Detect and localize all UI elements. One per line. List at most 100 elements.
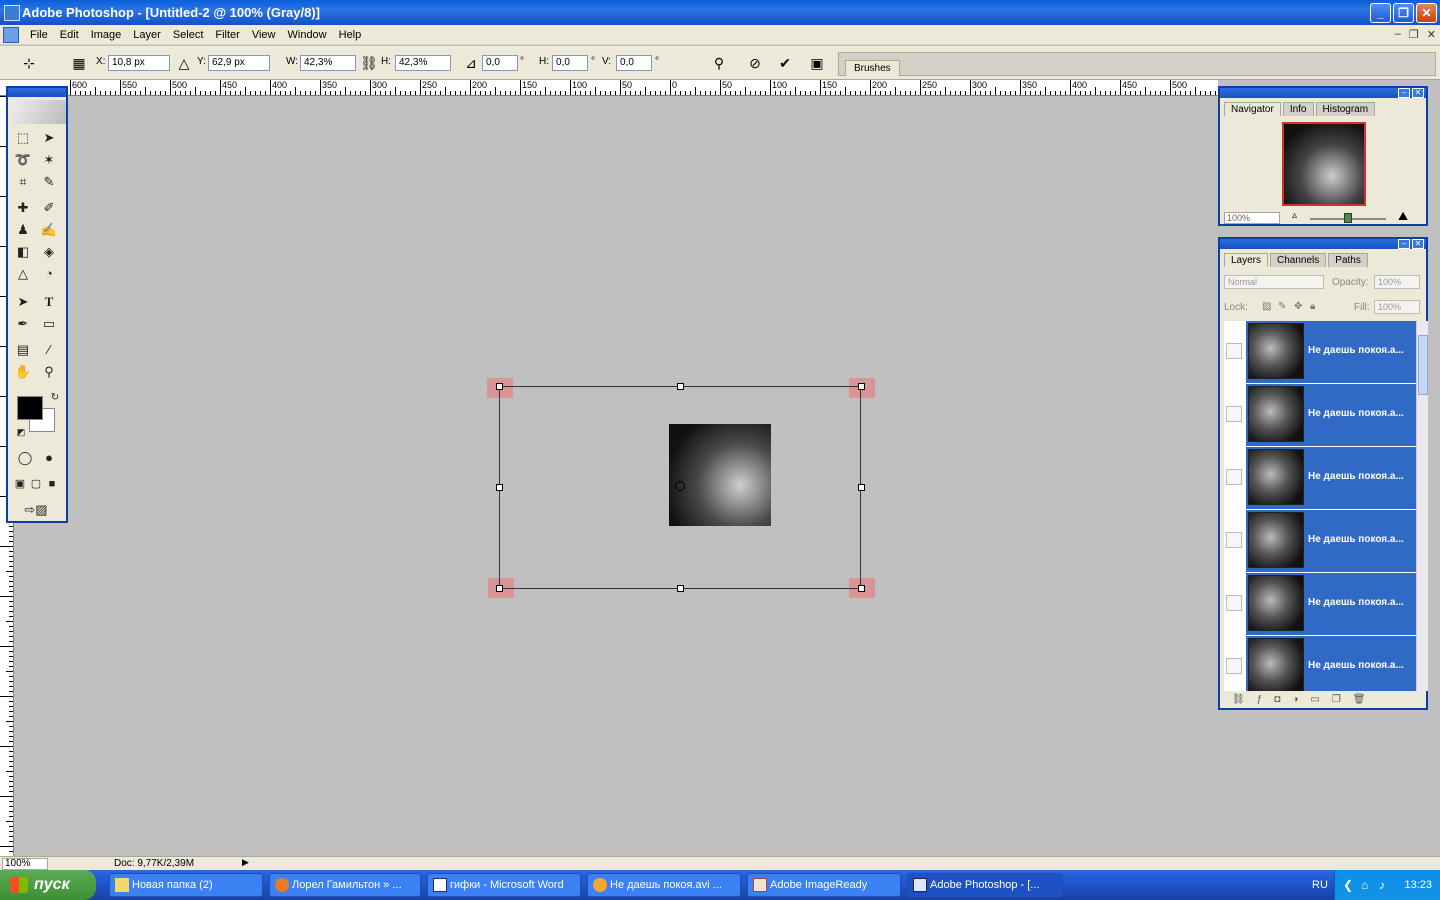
panel-close-button[interactable]: ✕: [1412, 88, 1424, 98]
transform-handle-tl[interactable]: [496, 383, 503, 390]
navigator-zoom-knob[interactable]: [1344, 213, 1352, 223]
layer-mask-icon[interactable]: ◘: [1274, 694, 1280, 708]
task-firefox[interactable]: Лорел Гамильтон » ...: [269, 873, 421, 897]
task-imageready[interactable]: Adobe ImageReady: [747, 873, 901, 897]
notes-tool-icon[interactable]: ▤: [12, 340, 34, 360]
path-selection-tool-icon[interactable]: ➤: [12, 292, 34, 312]
layer-visibility-toggle[interactable]: [1226, 469, 1242, 485]
blend-mode-select[interactable]: Normal: [1224, 275, 1324, 289]
layer-visibility-toggle[interactable]: [1226, 595, 1242, 611]
width-field[interactable]: 42,3%: [300, 55, 356, 71]
slice-tool-icon[interactable]: ✎: [38, 172, 60, 192]
move-tool-preset-icon[interactable]: ⊹: [20, 54, 38, 72]
jump-to-imageready-icon[interactable]: ⇨▨: [14, 500, 58, 520]
status-menu-arrow-icon[interactable]: ▶: [242, 857, 249, 868]
zoom-tool-icon[interactable]: ⚲: [38, 362, 60, 382]
menu-file[interactable]: File: [24, 28, 54, 42]
menu-view[interactable]: View: [246, 28, 282, 42]
crop-tool-icon[interactable]: ⌗: [12, 172, 34, 192]
navigator-preview[interactable]: [1282, 122, 1366, 206]
type-tool-icon[interactable]: T: [38, 292, 60, 312]
navigator-panel-titlebar[interactable]: – ✕: [1220, 88, 1426, 98]
reference-point-icon[interactable]: ▦: [70, 54, 88, 72]
move-tool-icon[interactable]: ➤: [38, 128, 60, 148]
menu-filter[interactable]: Filter: [209, 28, 245, 42]
link-layers-icon[interactable]: ⛓: [1232, 694, 1245, 708]
brush-tool-icon[interactable]: ✐: [38, 198, 60, 218]
start-button[interactable]: пуск: [0, 870, 96, 900]
rectangle-tool-icon[interactable]: ▭: [38, 314, 60, 334]
layer-visibility-toggle[interactable]: [1226, 532, 1242, 548]
paint-bucket-tool-icon[interactable]: ◈: [38, 242, 60, 262]
rotate-field[interactable]: 0,0: [482, 55, 518, 71]
screen-mode-full-menu-icon[interactable]: ▢: [28, 474, 44, 494]
palette-icon[interactable]: ▣: [808, 54, 826, 72]
cancel-transform-icon[interactable]: ⊘: [746, 54, 764, 72]
close-button[interactable]: ✕: [1416, 3, 1437, 23]
lasso-tool-icon[interactable]: ➰: [12, 150, 34, 170]
layer-visibility-toggle[interactable]: [1226, 406, 1242, 422]
zoom-out-icon[interactable]: ▵: [1292, 210, 1297, 221]
blur-tool-icon[interactable]: △: [12, 264, 34, 284]
default-colors-icon[interactable]: ◩: [10, 422, 32, 442]
foreground-color-swatch[interactable]: [17, 396, 43, 420]
swap-colors-icon[interactable]: ↻: [44, 388, 66, 408]
menu-image[interactable]: Image: [85, 28, 128, 42]
layer-row[interactable]: Не даешь покоя.a...: [1224, 447, 1416, 509]
warp-icon[interactable]: ⚲: [710, 54, 728, 72]
history-brush-tool-icon[interactable]: ✍: [38, 220, 60, 240]
lock-paint-icon[interactable]: ✎: [1278, 301, 1286, 312]
tab-navigator[interactable]: Navigator: [1224, 102, 1281, 116]
menu-edit[interactable]: Edit: [54, 28, 85, 42]
transform-handle-tr[interactable]: [858, 383, 865, 390]
x-field[interactable]: 10,8 px: [108, 55, 170, 71]
new-layer-icon[interactable]: ❐: [1332, 694, 1341, 708]
task-photoshop[interactable]: Adobe Photoshop - [...: [907, 873, 1063, 897]
tray-expand-icon[interactable]: ❮: [1343, 878, 1353, 892]
network-icon[interactable]: ⌂: [1361, 878, 1368, 892]
eraser-tool-icon[interactable]: ◧: [12, 242, 34, 262]
layer-row[interactable]: Не даешь покоя.a...: [1224, 636, 1416, 691]
pen-tool-icon[interactable]: ✒: [12, 314, 34, 334]
screen-mode-full-icon[interactable]: ■: [44, 474, 60, 494]
opacity-field[interactable]: 100%: [1374, 275, 1420, 289]
volume-icon[interactable]: ♪: [1379, 878, 1385, 892]
brushes-tab[interactable]: Brushes: [845, 60, 900, 76]
menu-select[interactable]: Select: [167, 28, 210, 42]
tab-histogram[interactable]: Histogram: [1315, 102, 1376, 116]
task-media-player[interactable]: Не даешь покоя.avi ...: [587, 873, 741, 897]
panel-minimize-button[interactable]: –: [1398, 239, 1410, 249]
eyedropper-tool-icon[interactable]: ⁄: [38, 340, 60, 360]
zoom-in-icon[interactable]: ⛰: [1398, 209, 1408, 224]
standard-mode-icon[interactable]: ◯: [14, 448, 36, 468]
hand-tool-icon[interactable]: ✋: [12, 362, 34, 382]
magic-wand-tool-icon[interactable]: ✶: [38, 150, 60, 170]
layer-visibility-toggle[interactable]: [1226, 658, 1242, 674]
layers-scrollbar[interactable]: [1416, 321, 1428, 691]
toolbox-titlebar[interactable]: [8, 88, 66, 97]
lock-all-icon[interactable]: 🔒︎: [1310, 301, 1315, 312]
transform-handle-bl[interactable]: [496, 585, 503, 592]
layer-row[interactable]: Не даешь покоя.a...: [1224, 384, 1416, 446]
tab-info[interactable]: Info: [1282, 102, 1314, 116]
language-indicator[interactable]: RU: [1312, 879, 1328, 891]
doc-close-button[interactable]: ✕: [1427, 28, 1436, 41]
lock-transparency-icon[interactable]: ▨: [1262, 301, 1271, 312]
panel-minimize-button[interactable]: –: [1398, 88, 1410, 98]
layer-row[interactable]: Не даешь покоя.a...: [1224, 510, 1416, 572]
transform-handle-t[interactable]: [677, 383, 684, 390]
new-group-icon[interactable]: ▭: [1310, 694, 1319, 708]
clone-stamp-tool-icon[interactable]: ♟: [12, 220, 34, 240]
doc-restore-button[interactable]: ❐: [1409, 28, 1419, 41]
tab-layers[interactable]: Layers: [1224, 253, 1269, 267]
transform-handle-br[interactable]: [858, 585, 865, 592]
layer-style-icon[interactable]: ƒ: [1257, 694, 1263, 708]
quick-mask-mode-icon[interactable]: ●: [38, 448, 60, 468]
navigator-zoom-field[interactable]: 100%: [1224, 212, 1280, 224]
y-field[interactable]: 62,9 px: [208, 55, 270, 71]
menu-layer[interactable]: Layer: [127, 28, 167, 42]
vskew-field[interactable]: 0,0: [616, 55, 652, 71]
minimize-button[interactable]: _: [1370, 3, 1391, 23]
adobe-feather-logo[interactable]: [12, 100, 66, 124]
dodge-tool-icon[interactable]: ◔: [38, 264, 60, 284]
